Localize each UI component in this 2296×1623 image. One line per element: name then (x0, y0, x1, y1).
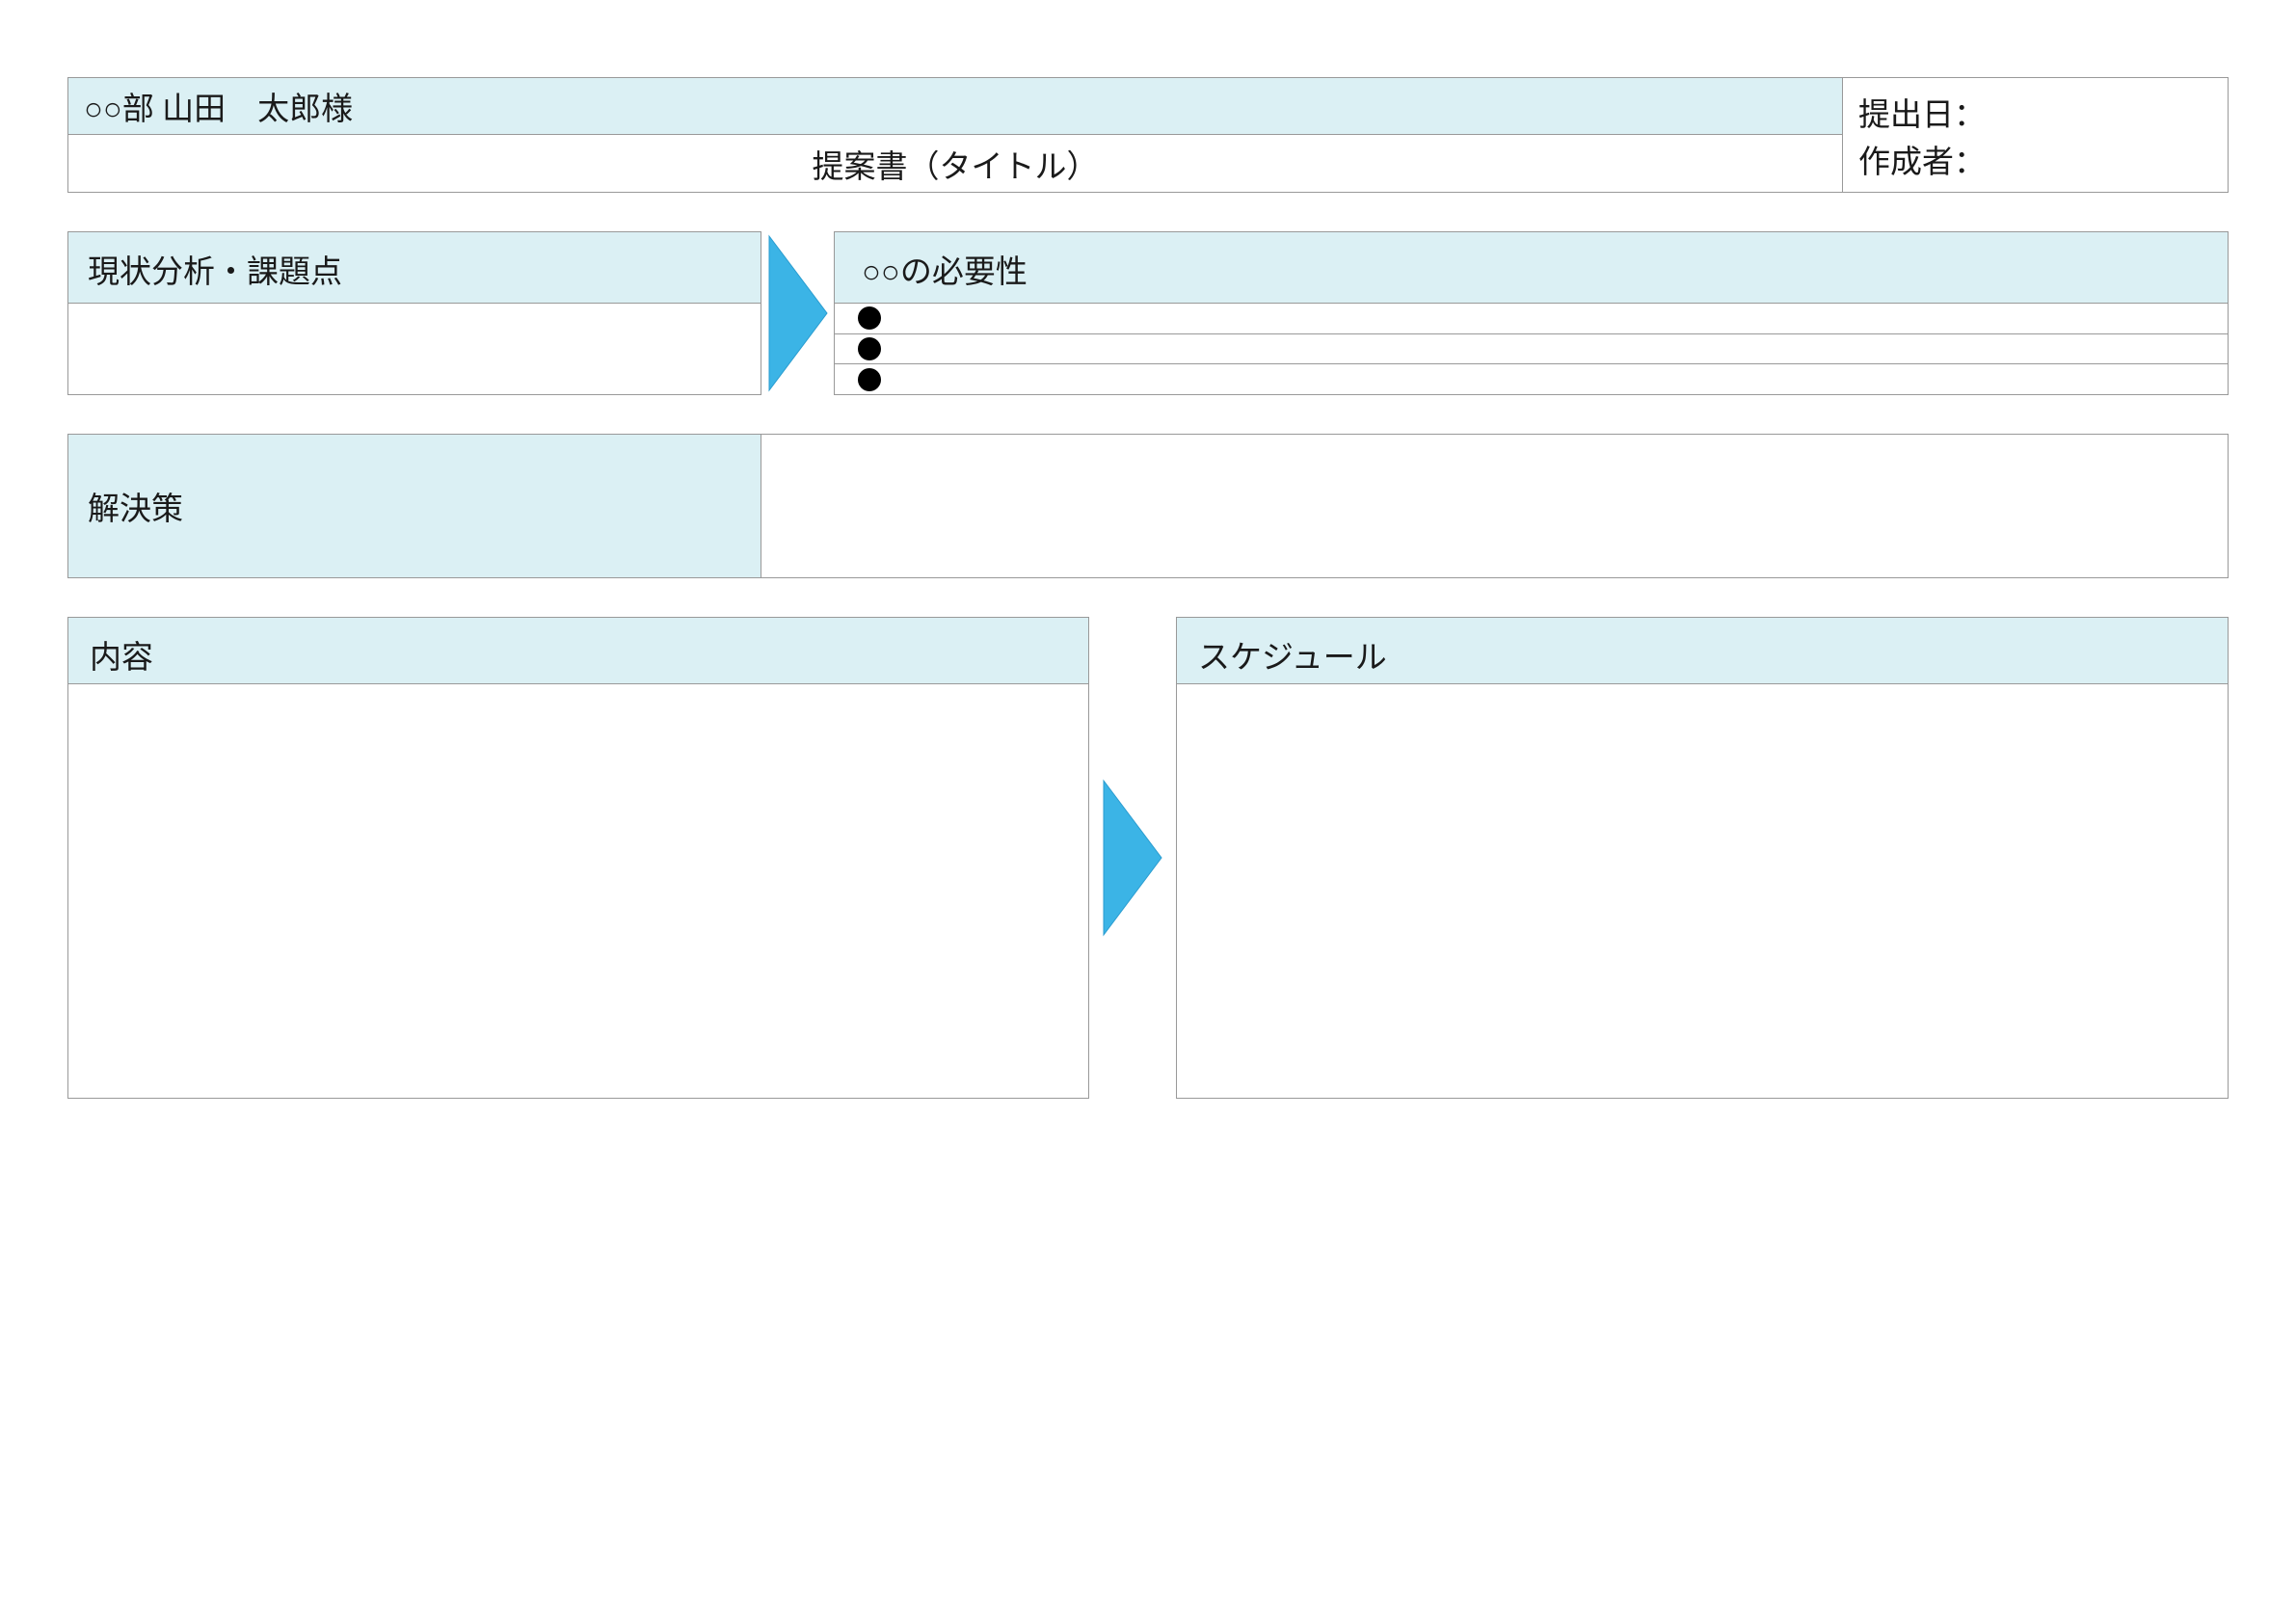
document-title-text: 提案書（タイトル） (813, 141, 1099, 187)
bullet-icon (858, 337, 881, 360)
submission-date-label: 提出日： (1858, 89, 2212, 135)
header-right-meta: 提出日： 作成者： (1843, 77, 2229, 193)
schedule-body (1176, 684, 2229, 1099)
necessity-body (834, 304, 2229, 395)
recipient-field: ○○部 山田 太郎様 (67, 77, 1843, 135)
content-schedule-row: 内容 スケジュール (67, 617, 2229, 1099)
analysis-header: 現状分析・課題点 (67, 231, 761, 304)
necessity-item (835, 304, 2228, 334)
necessity-item (835, 364, 2228, 394)
necessity-panel: ○○の必要性 (834, 231, 2229, 395)
content-header: 内容 (67, 617, 1089, 684)
arrow-gap-2 (1089, 617, 1176, 1099)
content-header-text: 内容 (90, 641, 153, 676)
necessity-header-text: ○○の必要性 (862, 255, 1028, 290)
solution-header: 解決策 (67, 434, 761, 578)
header-left-column: ○○部 山田 太郎様 提案書（タイトル） (67, 77, 1843, 193)
proposal-template: ○○部 山田 太郎様 提案書（タイトル） 提出日： 作成者： 現状分析・課題点 (67, 77, 2229, 1099)
analysis-header-text: 現状分析・課題点 (88, 255, 342, 290)
author-label: 作成者： (1858, 136, 2212, 182)
schedule-header: スケジュール (1176, 617, 2229, 684)
solution-body (761, 434, 2229, 578)
header-row: ○○部 山田 太郎様 提案書（タイトル） 提出日： 作成者： (67, 77, 2229, 193)
arrow-right-icon (764, 231, 832, 395)
schedule-header-text: スケジュール (1198, 641, 1387, 676)
bullet-icon (858, 306, 881, 330)
arrow-right-icon (1099, 776, 1166, 940)
analysis-necessity-row: 現状分析・課題点 ○○の必要性 (67, 231, 2229, 395)
schedule-panel: スケジュール (1176, 617, 2229, 1099)
necessity-header: ○○の必要性 (834, 231, 2229, 304)
content-body (67, 684, 1089, 1099)
document-title: 提案書（タイトル） (67, 135, 1843, 193)
analysis-body (67, 304, 761, 395)
bullet-icon (858, 368, 881, 391)
arrow-gap-1 (761, 231, 834, 395)
solution-row: 解決策 (67, 434, 2229, 578)
content-panel: 内容 (67, 617, 1089, 1099)
recipient-text: ○○部 山田 太郎様 (84, 83, 353, 129)
solution-header-text: 解決策 (88, 483, 183, 529)
analysis-panel: 現状分析・課題点 (67, 231, 761, 395)
necessity-item (835, 334, 2228, 365)
